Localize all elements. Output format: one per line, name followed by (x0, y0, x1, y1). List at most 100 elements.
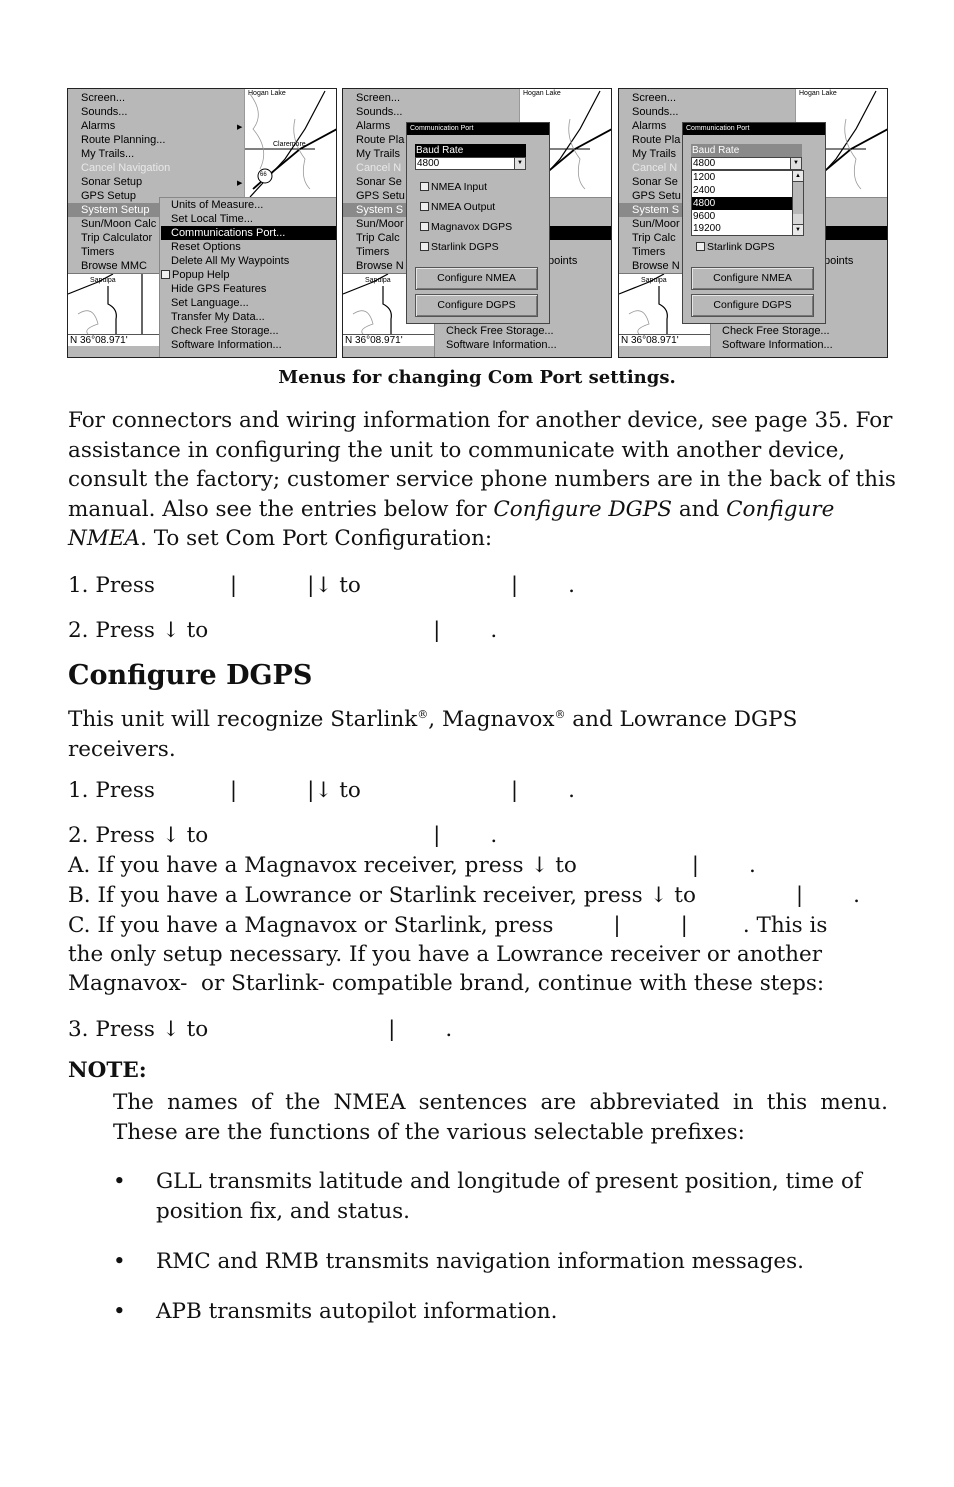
menu-item-screen[interactable]: Screen... (356, 91, 400, 105)
menu-item-alarms[interactable]: Alarms (632, 119, 666, 133)
checkbox-icon[interactable] (161, 270, 170, 279)
checkbox-icon[interactable] (420, 182, 429, 191)
checkbox-icon[interactable] (420, 222, 429, 231)
menu-item-screen[interactable]: Screen... (81, 91, 125, 105)
step-text: . This is (742, 913, 828, 938)
baud-option[interactable]: 1200 (692, 171, 792, 184)
menu-item-browse-mmc[interactable]: Browse MMC (81, 259, 147, 273)
configure-nmea-button[interactable]: Configure NMEA (691, 267, 814, 290)
menu-item-alarms[interactable]: Alarms (356, 119, 390, 133)
submenu-item-reset-options[interactable]: Reset Options (171, 240, 241, 254)
baud-rate-options-list[interactable]: 1200 2400 4800 9600 19200 ▲ ▼ (691, 170, 804, 236)
configure-dgps-button[interactable]: Configure DGPS (415, 294, 538, 317)
bullet-icon: • (113, 1169, 126, 1194)
submenu-item-units[interactable]: Units of Measure... (171, 198, 263, 212)
dialog-title: Communication Port (683, 123, 825, 135)
menu-item-my-trails[interactable]: My Trails (632, 147, 676, 161)
map-view-bottom: Sapulpa N 36°08.971' (68, 273, 160, 346)
menu-item-gps-setup[interactable]: GPS Setu (356, 189, 405, 203)
submenu-item-hide-gps[interactable]: Hide GPS Features (171, 282, 266, 296)
menu-item-trip-calculator[interactable]: Trip Calc (632, 231, 676, 245)
menu-item-my-trails[interactable]: My Trails... (81, 147, 134, 161)
menu-item-timers[interactable]: Timers (632, 245, 665, 259)
menu-item-cancel-navigation: Cancel Navigation (81, 162, 171, 174)
menu-item-route-planning[interactable]: Route Pla (632, 133, 680, 147)
dgps-intro-text: , Magnavox (428, 707, 555, 733)
map-label-lake: Hogan Lake (799, 90, 837, 97)
menu-item-route-planning[interactable]: Route Pla (356, 133, 404, 147)
map-label-lake: Hogan Lake (523, 90, 561, 97)
communication-port-dialog: Communication Port Baud Rate 4800 ▼ NMEA… (406, 122, 550, 324)
checkbox-icon[interactable] (420, 242, 429, 251)
step-text: 2. Press ↓ to (68, 823, 209, 848)
submenu-item-software-info[interactable]: Software Information... (446, 338, 557, 352)
submenu-item-delete-waypoints[interactable]: points (824, 254, 853, 268)
checkbox-starlink-dgps[interactable]: Starlink DGPS (420, 240, 499, 254)
checkbox-icon[interactable] (420, 202, 429, 211)
dgps-step-2a: A. If you have a Magnavox receiver, pres… (68, 851, 756, 880)
baud-option[interactable]: 2400 (692, 184, 792, 197)
menu-item-sun-moon[interactable]: Sun/Moor (632, 217, 680, 231)
configure-dgps-button[interactable]: Configure DGPS (691, 294, 814, 317)
menu-item-screen[interactable]: Screen... (632, 91, 676, 105)
baud-rate-select[interactable]: 4800 ▼ (691, 157, 802, 170)
submenu-item-delete-waypoints[interactable]: points (548, 254, 577, 268)
baud-option-selected[interactable]: 4800 (692, 197, 792, 210)
menu-item-sonar-setup[interactable]: Sonar Setup (81, 175, 142, 189)
submenu-item-free-storage[interactable]: Check Free Storage... (446, 324, 554, 338)
menu-item-sun-moon[interactable]: Sun/Moon Calc (81, 217, 156, 231)
menu-item-browse-mmc[interactable]: Browse N (356, 259, 404, 273)
step-text: . (490, 823, 498, 848)
submenu-item-software-info[interactable]: Software Information... (171, 338, 282, 352)
checkbox-nmea-input[interactable]: NMEA Input (420, 180, 487, 194)
scroll-down-arrow-icon[interactable]: ▼ (793, 224, 803, 235)
menu-item-timers[interactable]: Timers (356, 245, 389, 259)
comport-step-1: 1. Press | |↓ to |. (68, 571, 575, 600)
menu-item-sonar-setup[interactable]: Sonar Se (356, 175, 402, 189)
configure-nmea-button[interactable]: Configure NMEA (415, 267, 538, 290)
bullet-text: RMC and RMB transmits navigation informa… (156, 1249, 804, 1274)
scroll-up-arrow-icon[interactable]: ▲ (793, 171, 803, 182)
step-separator: | (433, 618, 441, 643)
menu-item-sounds[interactable]: Sounds... (632, 105, 678, 119)
menu-item-sonar-setup[interactable]: Sonar Se (632, 175, 678, 189)
checkbox-magnavox-dgps[interactable]: Magnavox DGPS (420, 220, 512, 234)
position-readout: N 36°08.971' (68, 334, 160, 346)
scrollbar[interactable]: ▲ ▼ (792, 171, 803, 235)
dgps-step-2c-line3: Magnavox- or Starlink- compatible brand,… (68, 971, 825, 996)
menu-item-sounds[interactable]: Sounds... (356, 105, 402, 119)
checkbox-icon[interactable] (696, 242, 705, 251)
submenu-item-transfer-data[interactable]: Transfer My Data... (171, 310, 265, 324)
screenshot-system-setup-menu: Hogan Lake Claremore 66 Sapulpa N 36°08.… (67, 88, 337, 358)
dropdown-arrow-icon[interactable]: ▼ (514, 158, 525, 169)
submenu-item-free-storage[interactable]: Check Free Storage... (171, 324, 279, 338)
screenshot-com-port-dialog: Hogan Lake Sapulpa N 36°08.971' Screen..… (342, 88, 612, 358)
submenu-item-delete-waypoints[interactable]: Delete All My Waypoints (171, 254, 289, 268)
menu-item-browse-mmc[interactable]: Browse N (632, 259, 680, 273)
submenu-item-language[interactable]: Set Language... (171, 296, 249, 310)
submenu-item-free-storage[interactable]: Check Free Storage... (722, 324, 830, 338)
menu-item-sun-moon[interactable]: Sun/Moor (356, 217, 404, 231)
menu-item-trip-calculator[interactable]: Trip Calculator (81, 231, 152, 245)
submenu-item-communications-port[interactable]: Communications Port... (161, 226, 336, 240)
checkbox-starlink-dgps[interactable]: Starlink DGPS (696, 240, 775, 254)
scrollbar-thumb[interactable] (793, 182, 803, 214)
menu-item-gps-setup[interactable]: GPS Setup (81, 189, 136, 203)
menu-item-gps-setup[interactable]: GPS Setu (632, 189, 681, 203)
checkbox-nmea-output[interactable]: NMEA Output (420, 200, 495, 214)
dropdown-arrow-icon[interactable]: ▼ (790, 158, 801, 169)
baud-rate-select[interactable]: 4800 ▼ (415, 157, 526, 170)
menu-item-my-trails[interactable]: My Trails (356, 147, 400, 161)
figure-caption: Menus for changing Com Port settings. (278, 367, 676, 388)
menu-item-timers[interactable]: Timers (81, 245, 114, 259)
menu-item-alarms[interactable]: Alarms (81, 119, 115, 133)
comport-step-2: 2. Press ↓ to |. (68, 616, 497, 645)
submenu-item-popup-help[interactable]: Popup Help (161, 268, 230, 282)
menu-item-sounds[interactable]: Sounds... (81, 105, 127, 119)
baud-option[interactable]: 19200 (692, 222, 792, 235)
menu-item-route-planning[interactable]: Route Planning... (81, 133, 165, 147)
submenu-item-software-info[interactable]: Software Information... (722, 338, 833, 352)
step-separator: | (229, 778, 238, 803)
menu-item-trip-calculator[interactable]: Trip Calc (356, 231, 400, 245)
submenu-item-local-time[interactable]: Set Local Time... (171, 212, 253, 226)
